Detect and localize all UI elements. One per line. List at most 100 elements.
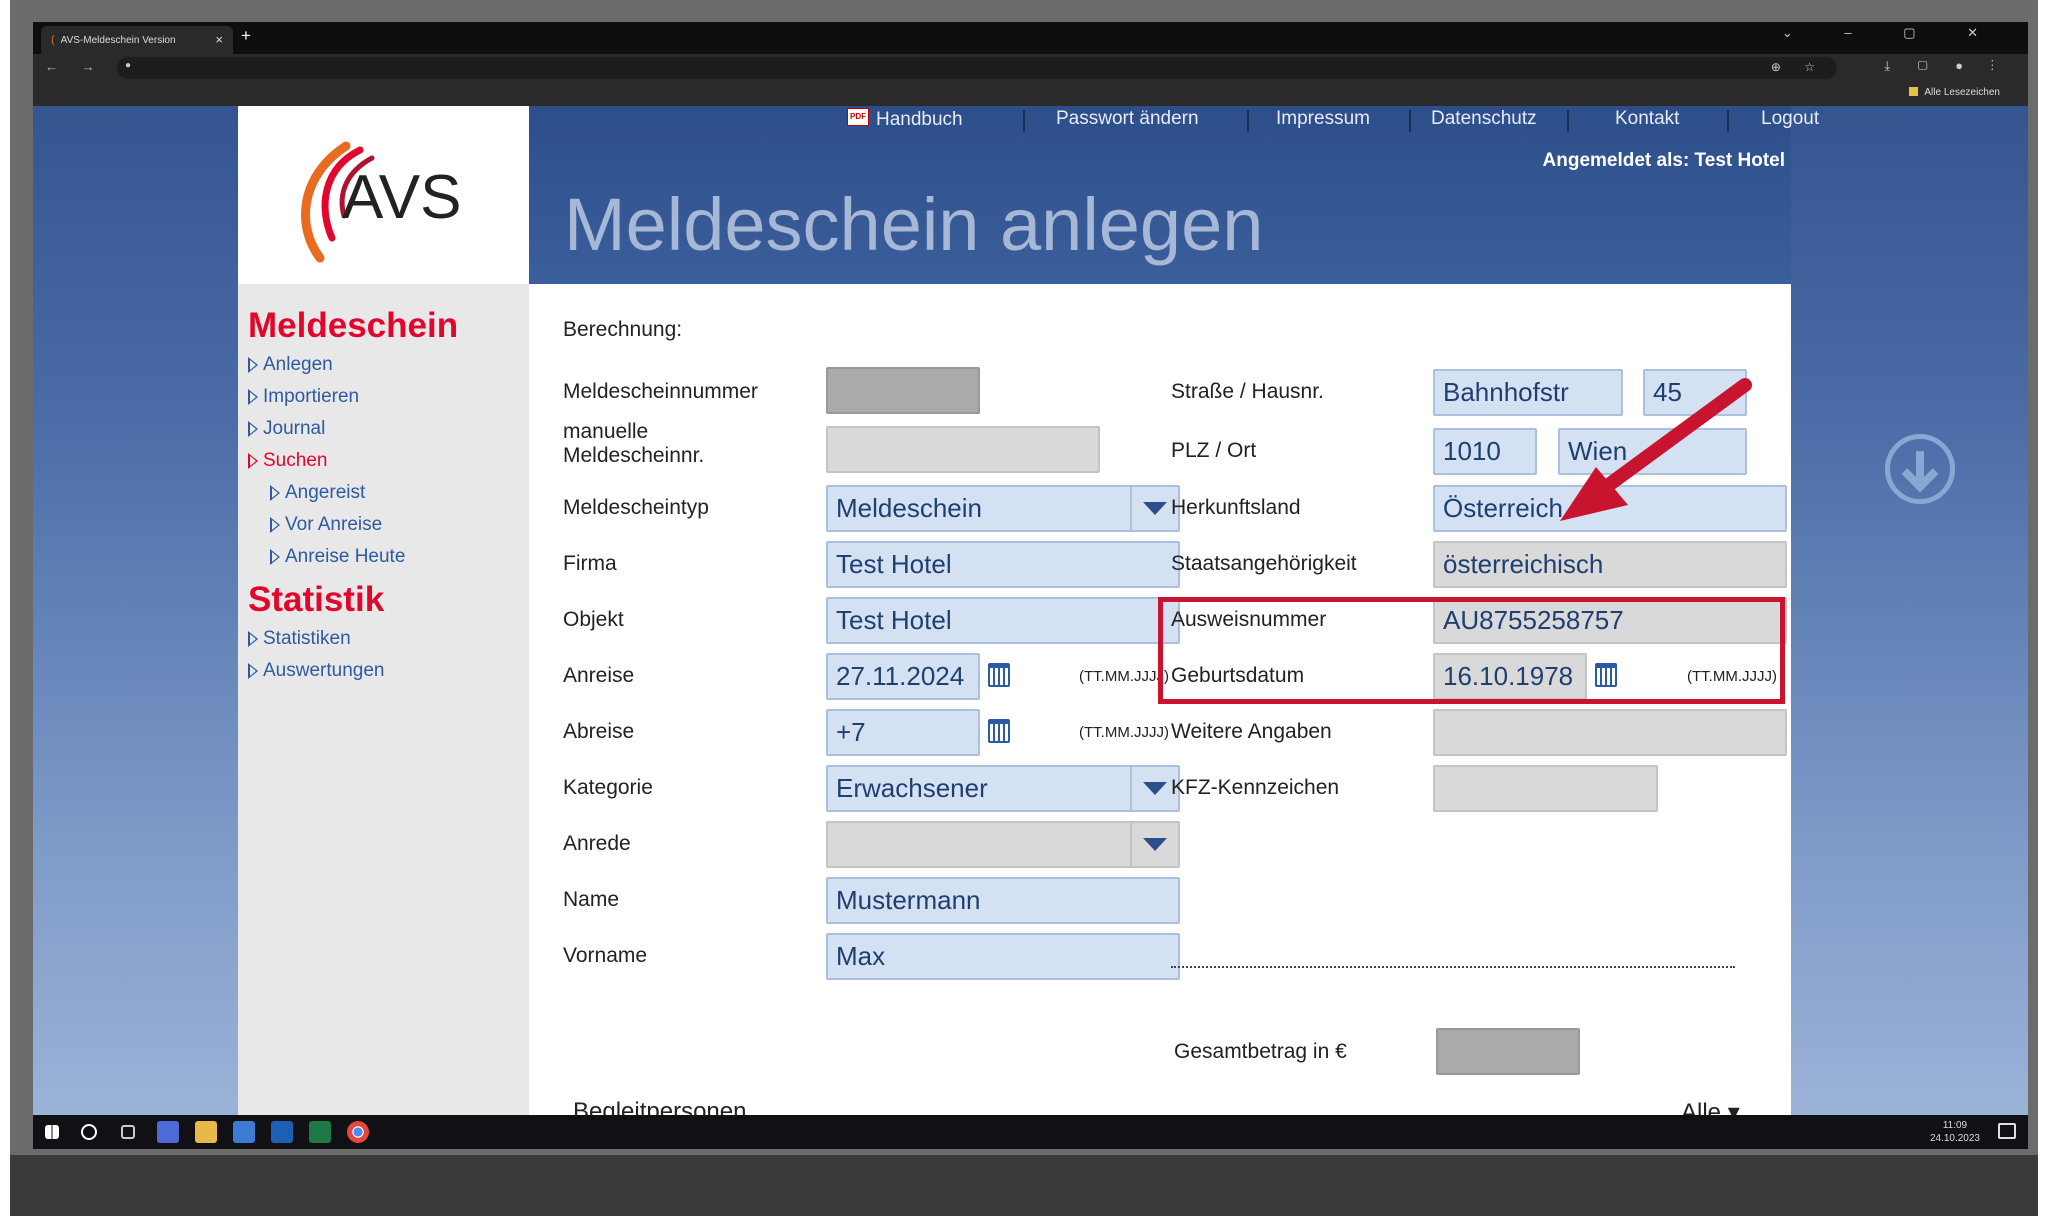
pdf-icon: PDF [847, 108, 869, 126]
sidebar-item-suchen[interactable]: Suchen [248, 450, 327, 472]
bookmarks-folder[interactable]: Alle Lesezeichen [1909, 87, 2000, 98]
tab-title: AVS-Meldeschein Version [60, 34, 176, 46]
sidebar-item-label: Anreise Heute [285, 546, 406, 567]
sidebar-heading-statistik: Statistik [248, 580, 385, 619]
abreise-date-input[interactable]: +7 [826, 709, 980, 756]
manuelle-meldescheinnr-input[interactable] [826, 426, 1100, 473]
windows-start-icon[interactable] [45, 1125, 59, 1139]
scroll-down-icon[interactable] [1885, 434, 1955, 504]
nav-passwort[interactable]: Passwort ändern [1056, 106, 1199, 132]
date-format-hint: (TT.MM.JJJJ) [1079, 668, 1169, 685]
sidebar-item-label: Auswertungen [263, 660, 385, 681]
sidebar-item-auswertungen[interactable]: Auswertungen [248, 660, 384, 682]
nav-handbuch[interactable]: Handbuch [876, 107, 963, 133]
teams-icon[interactable] [157, 1121, 179, 1143]
logo-text: AVS [342, 163, 461, 232]
sidebar-item-label: Journal [263, 418, 326, 439]
highlight-box [1158, 597, 1785, 704]
triangle-right-icon [270, 485, 280, 501]
kfz-label: KFZ-Kennzeichen [1171, 776, 1340, 799]
nav-logout[interactable]: Logout [1761, 106, 1819, 132]
triangle-right-icon [248, 631, 258, 647]
calendar-icon[interactable] [988, 663, 1010, 687]
nav-divider [1567, 110, 1569, 132]
plz-ort-label: PLZ / Ort [1171, 439, 1257, 462]
sidebar-item-anreise-heute[interactable]: Anreise Heute [270, 546, 405, 568]
window-controls[interactable]: ⌄ – ▢ ✕ [1782, 25, 2002, 41]
meldescheintyp-select[interactable]: Meldeschein [826, 485, 1180, 532]
nav-divider [1247, 110, 1249, 132]
nav-datenschutz[interactable]: Datenschutz [1431, 106, 1537, 132]
sidebar-item-label: Suchen [263, 450, 328, 471]
name-label: Name [563, 888, 620, 911]
favicon-icon: ( [51, 34, 55, 46]
alle-dropdown[interactable]: Alle ▾ [1681, 1098, 1740, 1115]
firma-input[interactable]: Test Hotel [826, 541, 1180, 588]
folder-icon [1909, 87, 1919, 96]
task-view-icon[interactable] [121, 1125, 135, 1139]
remote-desktop-icon[interactable] [233, 1121, 255, 1143]
address-icons[interactable]: ⊕ ☆ [1771, 60, 1825, 74]
strasse-label: Straße / Hausnr. [1171, 380, 1324, 403]
sidebar-item-label: Angereist [285, 482, 366, 503]
browser-tab[interactable]: ( AVS-Meldeschein Version × [41, 26, 233, 54]
triangle-right-icon [248, 389, 258, 405]
logo-area[interactable]: AVS [238, 106, 529, 284]
sidebar-item-anlegen[interactable]: Anlegen [248, 354, 333, 376]
anrede-select[interactable] [826, 821, 1180, 868]
nav-divider [1727, 110, 1729, 132]
browser-tabbar: ( AVS-Meldeschein Version × + ⌄ – ▢ ✕ [33, 22, 2028, 54]
chrome-icon[interactable] [347, 1121, 369, 1143]
gesamtbetrag-field [1436, 1028, 1580, 1075]
search-icon[interactable] [81, 1124, 97, 1140]
system-clock[interactable]: 11:09 24.10.2023 [1930, 1119, 1980, 1145]
tab-close-icon[interactable]: × [215, 32, 223, 47]
url-input[interactable]: ● ⊕ ☆ [117, 57, 1837, 79]
outlook-icon[interactable] [271, 1121, 293, 1143]
kategorie-select[interactable]: Erwachsener [826, 765, 1180, 812]
plz-input[interactable]: 1010 [1433, 428, 1537, 475]
toolbar-icons[interactable]: ⤓ ▢ ● ⋮ [1884, 58, 2006, 74]
sidebar-item-vor-anreise[interactable]: Vor Anreise [270, 514, 382, 536]
notification-icon[interactable] [1998, 1123, 2016, 1139]
excel-icon[interactable] [309, 1121, 331, 1143]
kategorie-value: Erwachsener [836, 773, 988, 803]
logged-in-status: Angemeldet als: Test Hotel [1542, 150, 1785, 171]
meldescheintyp-value: Meldeschein [836, 493, 982, 523]
sidebar-item-importieren[interactable]: Importieren [248, 386, 359, 408]
staatsangehoerigkeit-label: Staatsangehörigkeit [1171, 552, 1357, 575]
sidebar-item-angereist[interactable]: Angereist [270, 482, 365, 504]
sidebar-item-journal[interactable]: Journal [248, 418, 325, 440]
nav-divider [1023, 110, 1025, 132]
name-input[interactable]: Mustermann [826, 877, 1180, 924]
manuelle-label: manuelle Meldescheinnr. [563, 420, 705, 467]
chevron-down-icon[interactable] [1130, 823, 1178, 866]
triangle-right-icon [248, 357, 258, 373]
page-title: Meldeschein anlegen [564, 183, 1264, 266]
new-tab-button[interactable]: + [241, 26, 251, 46]
kfz-input[interactable] [1433, 765, 1658, 812]
begleitpersonen-heading[interactable]: Begleitpersonen [573, 1098, 746, 1115]
top-navigation: PDF Handbuch Passwort ändern Impressum D… [529, 106, 1819, 142]
page-header: PDF Handbuch Passwort ändern Impressum D… [529, 106, 1819, 284]
anreise-date-input[interactable]: 27.11.2024 [826, 653, 980, 700]
clock-time: 11:09 [1942, 1120, 1968, 1131]
berechnung-label: Berechnung: [563, 318, 683, 341]
objekt-input[interactable]: Test Hotel [826, 597, 1180, 644]
sidebar-item-label: Statistiken [263, 628, 351, 649]
nav-impressum[interactable]: Impressum [1276, 106, 1370, 132]
calendar-icon[interactable] [988, 719, 1010, 743]
sidebar-heading-meldeschein: Meldeschein [248, 306, 459, 345]
meldescheintyp-label: Meldescheintyp [563, 496, 709, 519]
meldescheinnummer-field [826, 367, 980, 414]
sidebar-item-statistiken[interactable]: Statistiken [248, 628, 351, 650]
triangle-right-icon [248, 663, 258, 679]
staatsangehoerigkeit-input[interactable]: österreichisch [1433, 541, 1787, 588]
separator-line [1171, 966, 1735, 968]
triangle-right-icon [270, 549, 280, 565]
avs-logo: AVS [301, 141, 461, 263]
weitere-angaben-input[interactable] [1433, 709, 1787, 756]
vorname-input[interactable]: Max [826, 933, 1180, 980]
file-explorer-icon[interactable] [195, 1121, 217, 1143]
nav-kontakt[interactable]: Kontakt [1615, 106, 1679, 132]
